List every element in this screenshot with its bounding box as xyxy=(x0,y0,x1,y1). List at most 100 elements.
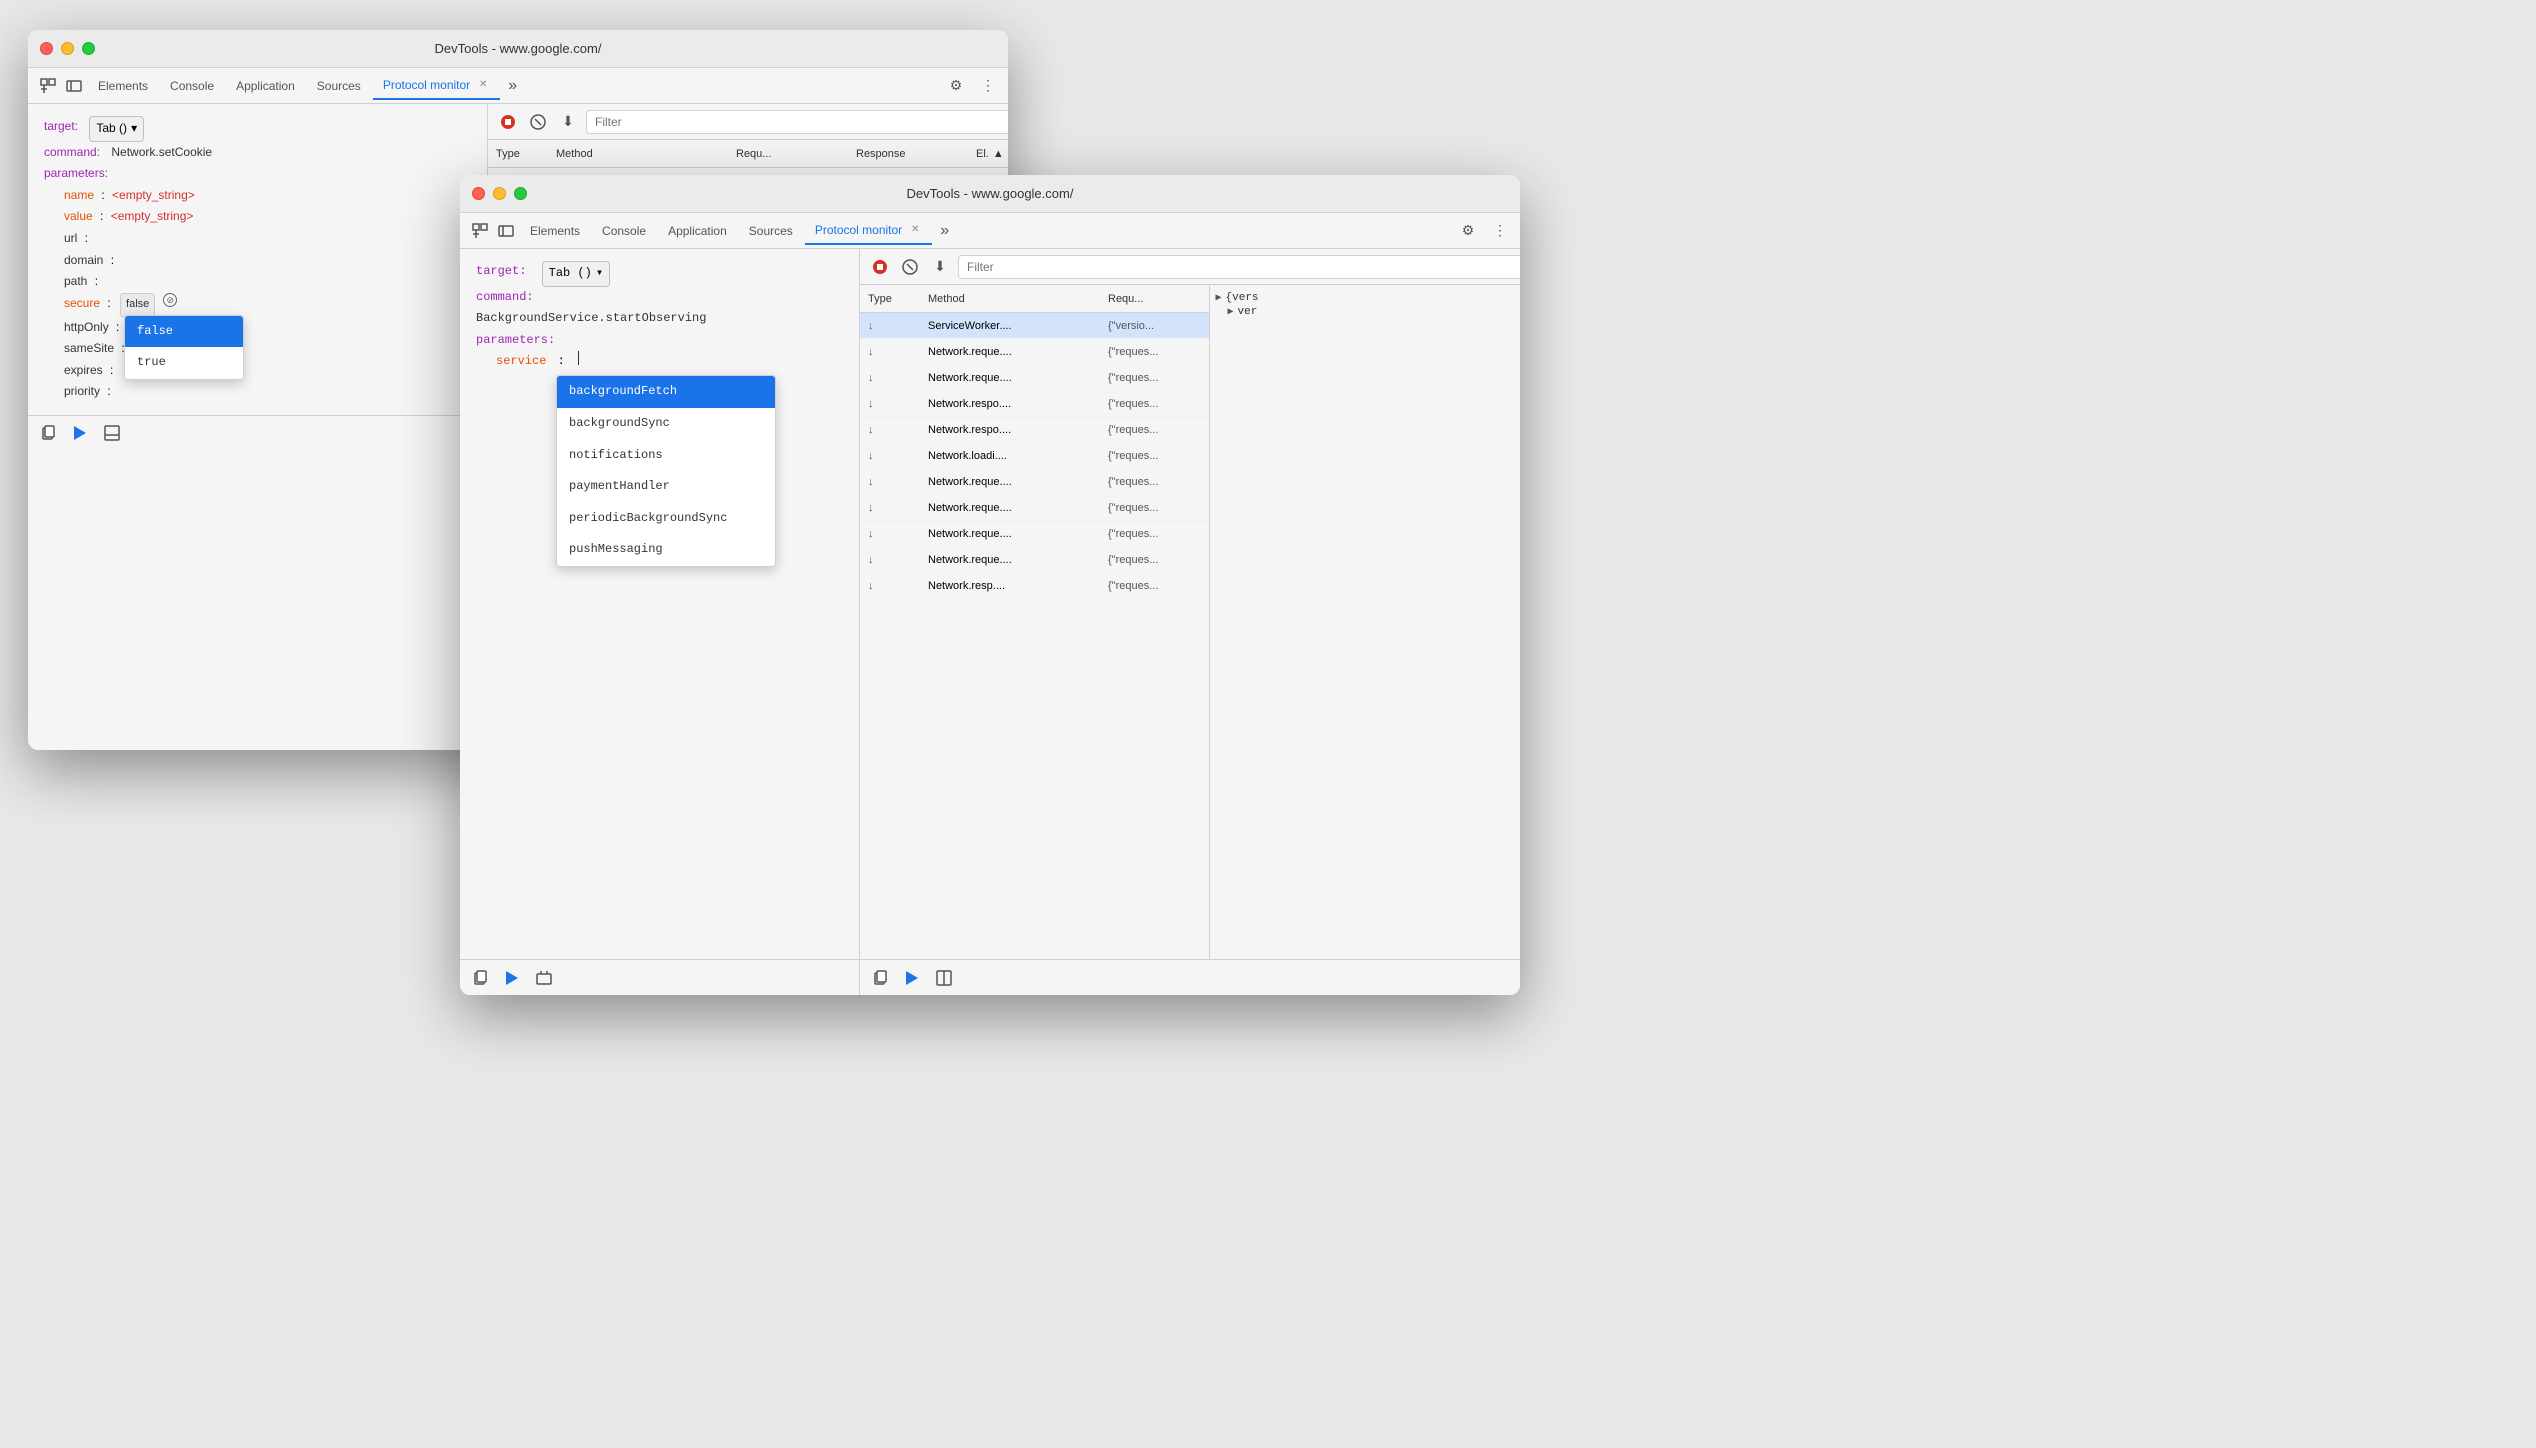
table-row-2[interactable]: ↓ Network.reque.... {"reques... xyxy=(860,339,1209,365)
download-icon-1[interactable]: ⬇ xyxy=(556,110,580,134)
elements-icon-2[interactable] xyxy=(494,219,518,243)
table-row-8[interactable]: ↓ Network.reque.... {"reques... xyxy=(860,495,1209,521)
cancel-recording-icon-2[interactable] xyxy=(898,255,922,279)
autocomplete-dropdown-2: backgroundFetch backgroundSync notificat… xyxy=(556,375,776,567)
json-tree-child: ▶ ver xyxy=(1216,305,1521,319)
td-request-1: {"versio... xyxy=(1100,320,1209,332)
tab-sources-2[interactable]: Sources xyxy=(739,217,803,245)
gear-icon-2[interactable]: ⚙ xyxy=(1456,219,1480,243)
tab-application-2[interactable]: Application xyxy=(658,217,737,245)
autocomplete-item-pushMessaging[interactable]: pushMessaging xyxy=(557,534,775,566)
code-line-params-2: parameters: xyxy=(476,330,843,352)
td-type-3: ↓ xyxy=(860,372,920,384)
window-title-2: DevTools - www.google.com/ xyxy=(907,186,1074,201)
target-dropdown-1[interactable]: Tab () ▾ xyxy=(89,116,144,142)
dots-icon-2[interactable]: ⋮ xyxy=(1488,219,1512,243)
table-row-11[interactable]: ↓ Network.resp.... {"reques... xyxy=(860,573,1209,599)
tab-sources-1[interactable]: Sources xyxy=(307,72,371,100)
maximize-button-1[interactable] xyxy=(82,42,95,55)
copy-icon-2[interactable] xyxy=(468,966,492,990)
td-request-7: {"reques... xyxy=(1100,476,1209,488)
td-method-8: Network.reque.... xyxy=(920,502,1100,514)
inspect-icon-1[interactable] xyxy=(36,74,60,98)
stop-recording-icon-2[interactable] xyxy=(868,255,892,279)
tab-close-icon-1[interactable]: ✕ xyxy=(476,78,490,92)
copy-icon-right-2[interactable] xyxy=(868,966,892,990)
tab-close-icon-2[interactable]: ✕ xyxy=(908,223,922,237)
autocomplete-item-periodicBackgroundSync[interactable]: periodicBackgroundSync xyxy=(557,503,775,535)
split-pane-2: target: Tab () ▾ command: BackgroundServ… xyxy=(460,249,1520,995)
autocomplete-item-paymentHandler[interactable]: paymentHandler xyxy=(557,471,775,503)
tab-protocol-monitor-2[interactable]: Protocol monitor ✕ xyxy=(805,217,932,245)
maximize-button-2[interactable] xyxy=(514,187,527,200)
elements-icon-1[interactable] xyxy=(62,74,86,98)
table-row-7[interactable]: ↓ Network.reque.... {"reques... xyxy=(860,469,1209,495)
td-request-4: {"reques... xyxy=(1100,398,1209,410)
send-button-right-2[interactable] xyxy=(900,966,924,990)
table-section-2: Type Method Requ... Response El. ▲ » ↓ S… xyxy=(860,285,1209,959)
tab-more-icon-1[interactable]: » xyxy=(502,77,523,95)
json-child-arrow[interactable]: ▶ xyxy=(1228,306,1234,318)
code-line-secure-1: secure : false ⊘ false true xyxy=(64,293,471,317)
td-request-9: {"reques... xyxy=(1100,528,1209,540)
bool-option-true-1[interactable]: true xyxy=(125,347,243,379)
right-pane-2: ⬇ Type Method Requ... Response El. ▲ » xyxy=(860,249,1520,995)
autocomplete-item-backgroundFetch[interactable]: backgroundFetch xyxy=(557,376,775,408)
table-row-3[interactable]: ↓ Network.reque.... {"reques... xyxy=(860,365,1209,391)
send-button-2[interactable] xyxy=(500,966,524,990)
td-method-9: Network.reque.... xyxy=(920,528,1100,540)
text-cursor-2 xyxy=(578,351,579,365)
td-type-4: ↓ xyxy=(860,398,920,410)
bool-option-false-1[interactable]: false xyxy=(125,316,243,348)
tab-console-1[interactable]: Console xyxy=(160,72,224,100)
tab-bar-right-1: ⚙ ⋮ xyxy=(944,74,1000,98)
td-method-6: Network.loadi.... xyxy=(920,450,1100,462)
table-row-6[interactable]: ↓ Network.loadi.... {"reques... xyxy=(860,443,1209,469)
dots-icon-1[interactable]: ⋮ xyxy=(976,74,1000,98)
devtools-window-2: DevTools - www.google.com/ Elements Cons… xyxy=(460,175,1520,995)
tab-console-2[interactable]: Console xyxy=(592,217,656,245)
td-request-6: {"reques... xyxy=(1100,450,1209,462)
td-type-6: ↓ xyxy=(860,450,920,462)
dock-icon-1[interactable] xyxy=(100,421,124,445)
protocol-toolbar-2: ⬇ xyxy=(860,249,1520,285)
close-button-1[interactable] xyxy=(40,42,53,55)
td-request-10: {"reques... xyxy=(1100,554,1209,566)
td-type-11: ↓ xyxy=(860,580,920,592)
minimize-button-1[interactable] xyxy=(61,42,74,55)
json-expand-arrow[interactable]: ▶ xyxy=(1216,292,1222,304)
bottom-toolbar-left-1 xyxy=(28,415,487,451)
filter-input-1[interactable] xyxy=(586,110,1008,134)
cancel-recording-icon-1[interactable] xyxy=(526,110,550,134)
tab-elements-1[interactable]: Elements xyxy=(88,72,158,100)
table-row-1[interactable]: ↓ ServiceWorker.... {"versio... xyxy=(860,313,1209,339)
send-button-1[interactable] xyxy=(68,421,92,445)
clear-secure-icon-1[interactable]: ⊘ xyxy=(163,293,177,307)
target-dropdown-2[interactable]: Tab () ▾ xyxy=(542,261,610,287)
td-request-8: {"reques... xyxy=(1100,502,1209,514)
table-header-2: Type Method Requ... Response El. ▲ » xyxy=(860,285,1209,313)
td-request-2: {"reques... xyxy=(1100,346,1209,358)
inspect-icon-2[interactable] xyxy=(468,219,492,243)
autocomplete-item-backgroundSync[interactable]: backgroundSync xyxy=(557,408,775,440)
gear-icon-1[interactable]: ⚙ xyxy=(944,74,968,98)
close-button-2[interactable] xyxy=(472,187,485,200)
minimize-button-2[interactable] xyxy=(493,187,506,200)
table-row-9[interactable]: ↓ Network.reque.... {"reques... xyxy=(860,521,1209,547)
tab-elements-2[interactable]: Elements xyxy=(520,217,590,245)
download-icon-2[interactable]: ⬇ xyxy=(928,255,952,279)
console-content-2: target: Tab () ▾ command: BackgroundServ… xyxy=(460,249,859,959)
tab-protocol-monitor-1[interactable]: Protocol monitor ✕ xyxy=(373,72,500,100)
autocomplete-item-notifications[interactable]: notifications xyxy=(557,440,775,472)
table-row-4[interactable]: ↓ Network.respo.... {"reques... xyxy=(860,391,1209,417)
tab-more-icon-2[interactable]: » xyxy=(934,222,955,240)
table-body-2: ↓ ServiceWorker.... {"versio... ↓ Networ… xyxy=(860,313,1209,959)
tab-application-1[interactable]: Application xyxy=(226,72,305,100)
stop-recording-icon-1[interactable] xyxy=(496,110,520,134)
table-row-10[interactable]: ↓ Network.reque.... {"reques... xyxy=(860,547,1209,573)
copy-icon-1[interactable] xyxy=(36,421,60,445)
dock-icon-2[interactable] xyxy=(532,966,556,990)
table-row-5[interactable]: ↓ Network.respo.... {"reques... xyxy=(860,417,1209,443)
dock-icon-right-2[interactable] xyxy=(932,966,956,990)
filter-input-2[interactable] xyxy=(958,255,1520,279)
